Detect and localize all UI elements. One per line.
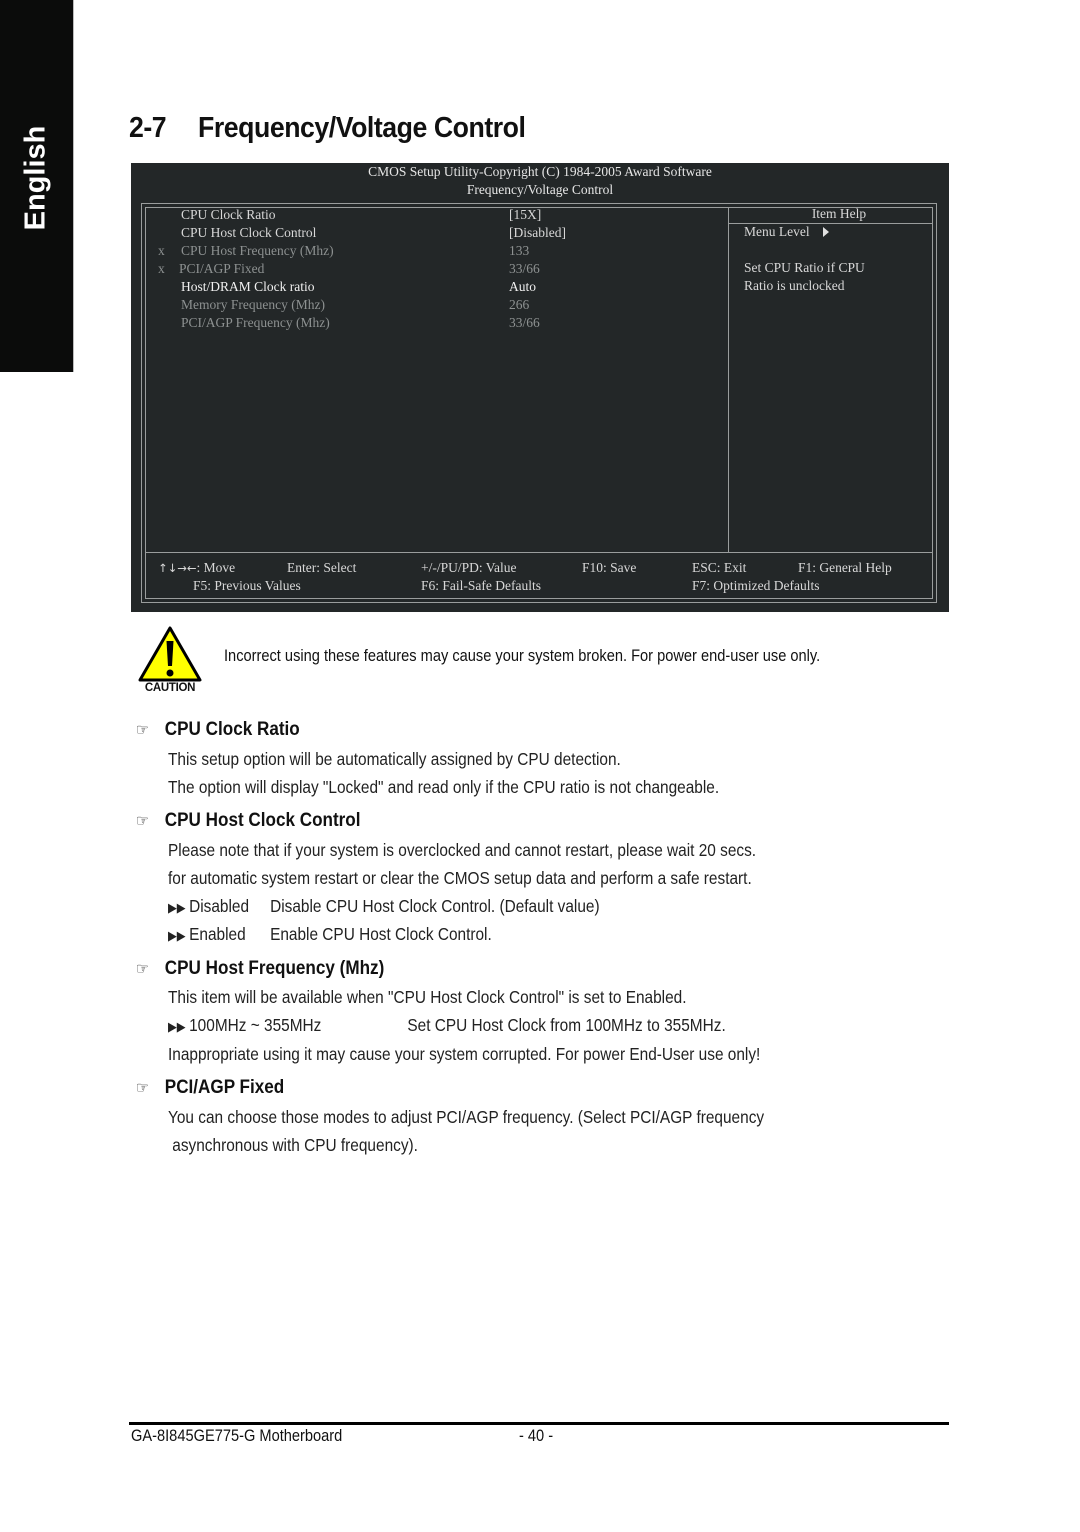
desc-paragraph: You can choose those modes to adjust PCI…	[168, 1107, 765, 1127]
bios-help-text-line: Set CPU Ratio if CPU	[744, 260, 865, 275]
desc-paragraph: asynchronous with CPU frequency).	[168, 1135, 418, 1155]
bios-key-desc: : Previous Values	[207, 578, 301, 593]
section-title-text: Frequency/Voltage Control	[198, 112, 526, 144]
bios-key: F1	[798, 560, 813, 575]
bios-key-desc: : General Help	[812, 560, 892, 575]
bios-key-desc: : Select	[316, 560, 357, 575]
desc-paragraph: This setup option will be automatically …	[168, 749, 621, 769]
desc-heading-text: PCI/AGP Fixed	[164, 1077, 285, 1098]
desc-paragraph: The option will display "Locked" and rea…	[168, 777, 720, 797]
bios-key-select: Enter: Select	[287, 560, 356, 576]
caution-text: Incorrect using these features may cause…	[224, 646, 821, 665]
bios-menu-level: Menu Level	[744, 224, 829, 240]
option-name: Disabled	[189, 896, 250, 916]
bios-key: F10	[582, 560, 604, 575]
bios-key: ESC	[692, 560, 717, 575]
bios-item-label: Host/DRAM Clock ratio	[181, 279, 315, 294]
section-title: 2-7 Frequency/Voltage Control	[129, 112, 526, 145]
bios-header-copyright: CMOS Setup Utility-Copyright (C) 1984-20…	[368, 164, 712, 179]
bios-item-label: PCI/AGP Fixed	[179, 261, 265, 276]
bios-item-disabled-marker: x	[158, 261, 165, 276]
bios-item-label: PCI/AGP Frequency (Mhz)	[181, 315, 330, 330]
caution-label: CAUTION	[144, 682, 196, 694]
bios-key-save: F10: Save	[582, 560, 636, 576]
bios-key: F6	[421, 578, 436, 593]
bios-key-desc: : Fail-Safe Defaults	[435, 578, 541, 593]
pointing-hand-icon: ☞	[136, 813, 149, 830]
desc-heading-cpu-host-frequency: ☞ CPU Host Frequency (Mhz)	[136, 958, 384, 980]
bios-key: +/-/PU/PD	[421, 560, 479, 575]
pointing-hand-icon: ☞	[136, 722, 149, 739]
bios-item-label: CPU Host Clock Control	[181, 225, 317, 240]
bios-key-value: +/-/PU/PD: Value	[421, 560, 517, 576]
desc-paragraph: This item will be available when "CPU Ho…	[168, 987, 687, 1007]
bios-item-label: CPU Host Frequency (Mhz)	[181, 243, 334, 258]
bios-screenshot: CMOS Setup Utility-Copyright (C) 1984-20…	[131, 163, 949, 612]
desc-option-disabled: ▶▶ Disabled Disable CPU Host Clock Control…	[168, 896, 600, 917]
option-name: 100MHz ~ 355MHz	[189, 1015, 322, 1035]
section-number: 2-7	[129, 112, 167, 144]
bios-key-fail-safe-defaults: F6: Fail-Safe Defaults	[421, 578, 541, 594]
bios-item-value[interactable]: [15X]	[509, 206, 541, 224]
desc-heading-text: CPU Host Clock Control	[164, 810, 361, 831]
desc-heading-text: CPU Host Frequency (Mhz)	[164, 958, 385, 979]
bios-item-help-title: Item Help	[811, 206, 867, 221]
bios-key: F5	[193, 578, 208, 593]
bios-header-menu-title: Frequency/Voltage Control	[466, 182, 614, 197]
double-arrow-right-icon: ▶▶	[168, 928, 186, 943]
language-label: English	[19, 125, 52, 231]
bios-key-exit: ESC: Exit	[692, 560, 746, 576]
option-name: Enabled	[189, 924, 246, 944]
footer-rule	[129, 1422, 949, 1425]
bios-key-desc: : Save	[603, 560, 637, 575]
pointing-hand-icon: ☞	[136, 961, 149, 978]
option-desc: Disable CPU Host Clock Control. (Default…	[270, 896, 600, 916]
footer-page-number: - 40 -	[519, 1426, 554, 1445]
bios-item-disabled-marker: x	[158, 243, 165, 258]
bios-key: Enter	[287, 560, 317, 575]
option-desc: Enable CPU Host Clock Control.	[270, 924, 492, 944]
bios-item-value: 266	[509, 297, 530, 312]
bios-key-desc: : Exit	[716, 560, 747, 575]
bios-item-value[interactable]: Auto	[509, 278, 536, 296]
bios-item-label: CPU Clock Ratio	[181, 207, 276, 222]
menu-level-label: Menu Level	[744, 224, 810, 239]
bios-item-value: 33/66	[509, 261, 540, 276]
triangle-right-icon	[822, 227, 829, 237]
bios-key: F7	[692, 578, 707, 593]
bios-divider-vertical	[728, 207, 729, 552]
double-arrow-right-icon: ▶▶	[168, 900, 186, 915]
desc-heading-cpu-host-clock-control: ☞ CPU Host Clock Control	[136, 810, 361, 832]
desc-heading-text: CPU Clock Ratio	[164, 719, 300, 740]
bios-key-desc: : Optimized Defaults	[706, 578, 820, 593]
arrow-keys-icon: ↑↓→←	[158, 561, 197, 575]
bios-key-general-help: F1: General Help	[798, 560, 892, 576]
pointing-hand-icon: ☞	[136, 1080, 149, 1097]
desc-paragraph: for automatic system restart or clear th…	[168, 868, 752, 888]
desc-option-enabled: ▶▶ Enabled Enable CPU Host Clock Control.	[168, 924, 492, 945]
desc-heading-pci-agp-fixed: ☞ PCI/AGP Fixed	[136, 1077, 284, 1099]
footer-model: GA-8I845GE775-G Motherboard	[131, 1426, 343, 1445]
desc-option-frequency-range: ▶▶ 100MHz ~ 355MHz Set CPU Host Clock from…	[168, 1015, 726, 1036]
bios-key-desc: : Move	[196, 560, 236, 575]
double-arrow-right-icon: ▶▶	[168, 1019, 186, 1034]
bios-divider-footer	[145, 552, 932, 553]
bios-item-value: 33/66	[509, 315, 540, 330]
desc-paragraph: Please note that if your system is overc…	[168, 840, 757, 860]
bios-help-text-line: Ratio is unclocked	[744, 278, 845, 293]
option-desc: Set CPU Host Clock from 100MHz to 355MHz…	[407, 1015, 726, 1035]
language-side-tab: English	[0, 0, 74, 372]
caution-warning-icon: CAUTION	[137, 625, 203, 697]
bios-key-move: ↑↓→←: Move	[158, 560, 235, 576]
bios-item-value: 133	[509, 243, 530, 258]
bios-key-desc: : Value	[478, 560, 517, 575]
bios-item-label: Memory Frequency (Mhz)	[181, 297, 325, 312]
bios-key-optimized-defaults: F7: Optimized Defaults	[692, 578, 820, 594]
bios-item-value[interactable]: [Disabled]	[509, 224, 566, 242]
desc-note: Inappropriate using it may cause your sy…	[168, 1044, 761, 1064]
bios-key-previous-values: F5: Previous Values	[193, 578, 301, 594]
desc-heading-cpu-clock-ratio: ☞ CPU Clock Ratio	[136, 719, 300, 741]
